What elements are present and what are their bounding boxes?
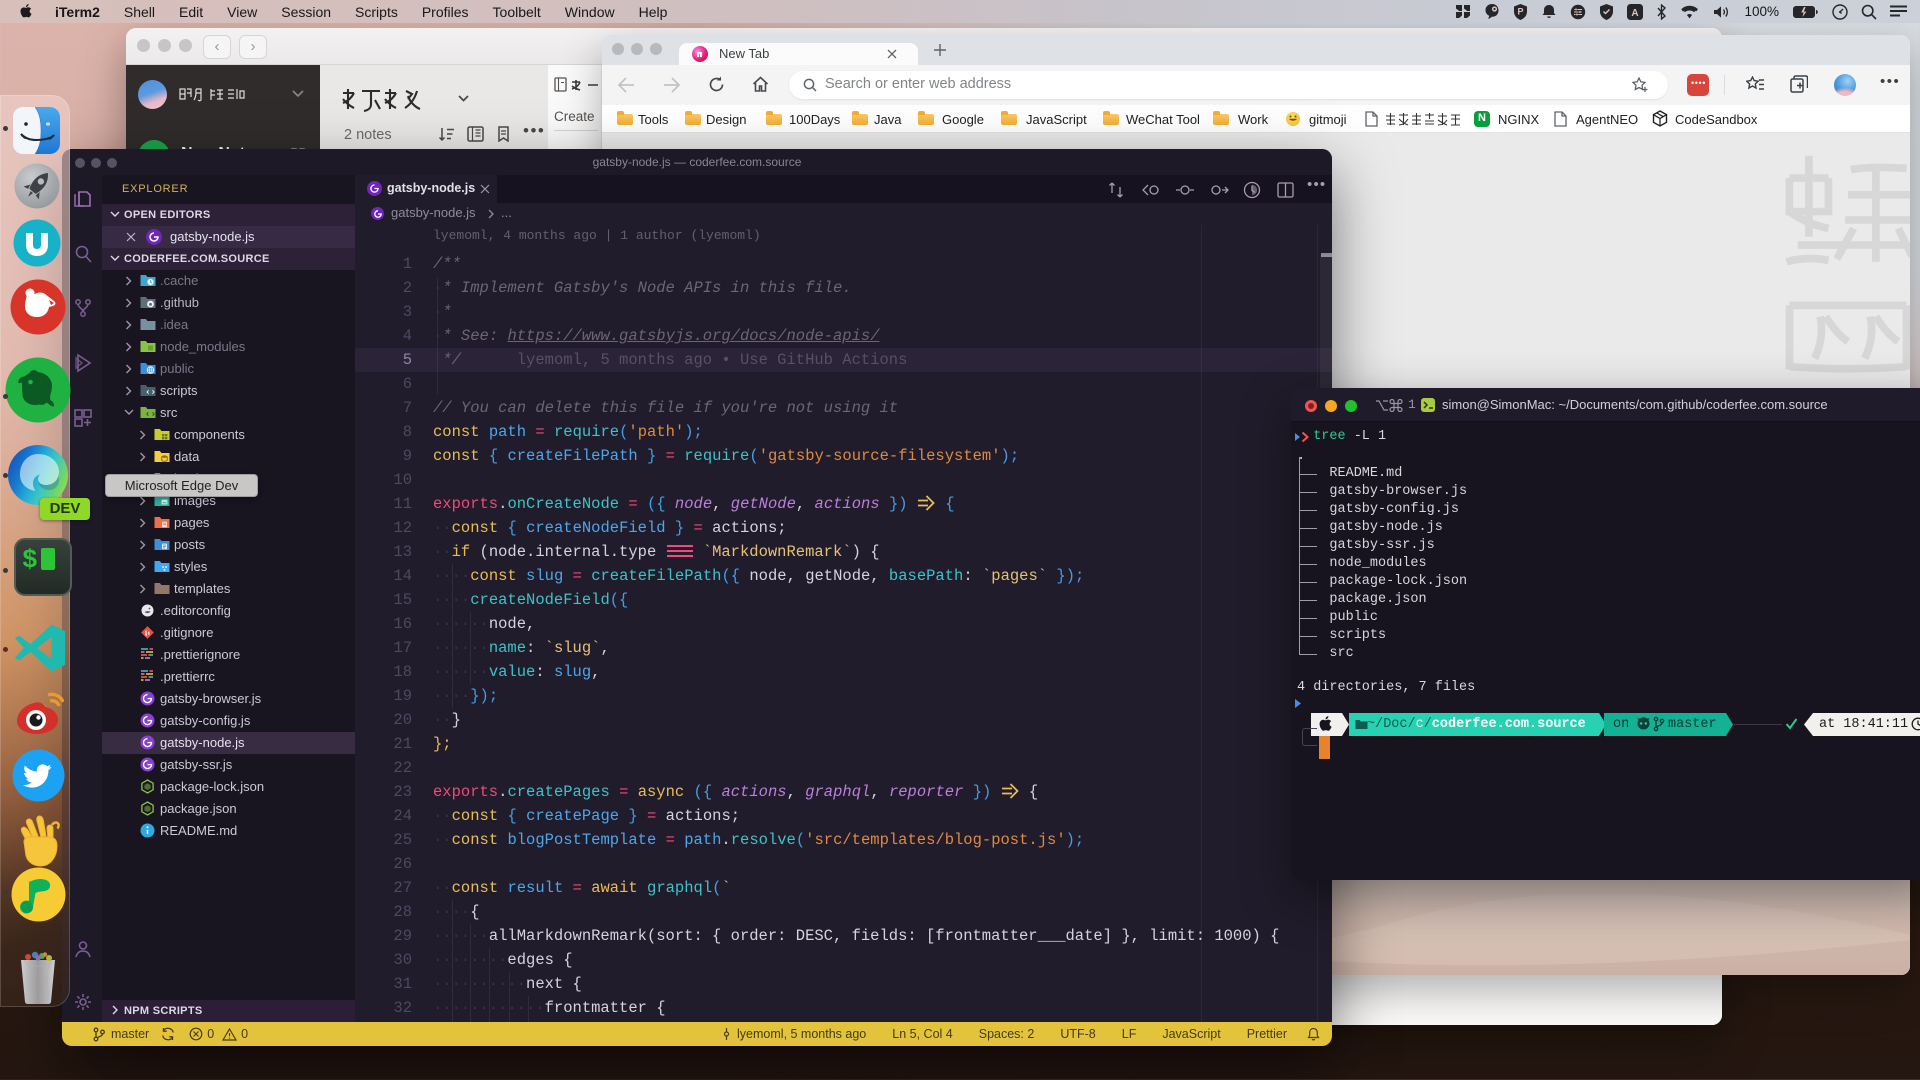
svg-text:P: P xyxy=(1518,6,1524,16)
svg-text:A: A xyxy=(1632,8,1639,19)
